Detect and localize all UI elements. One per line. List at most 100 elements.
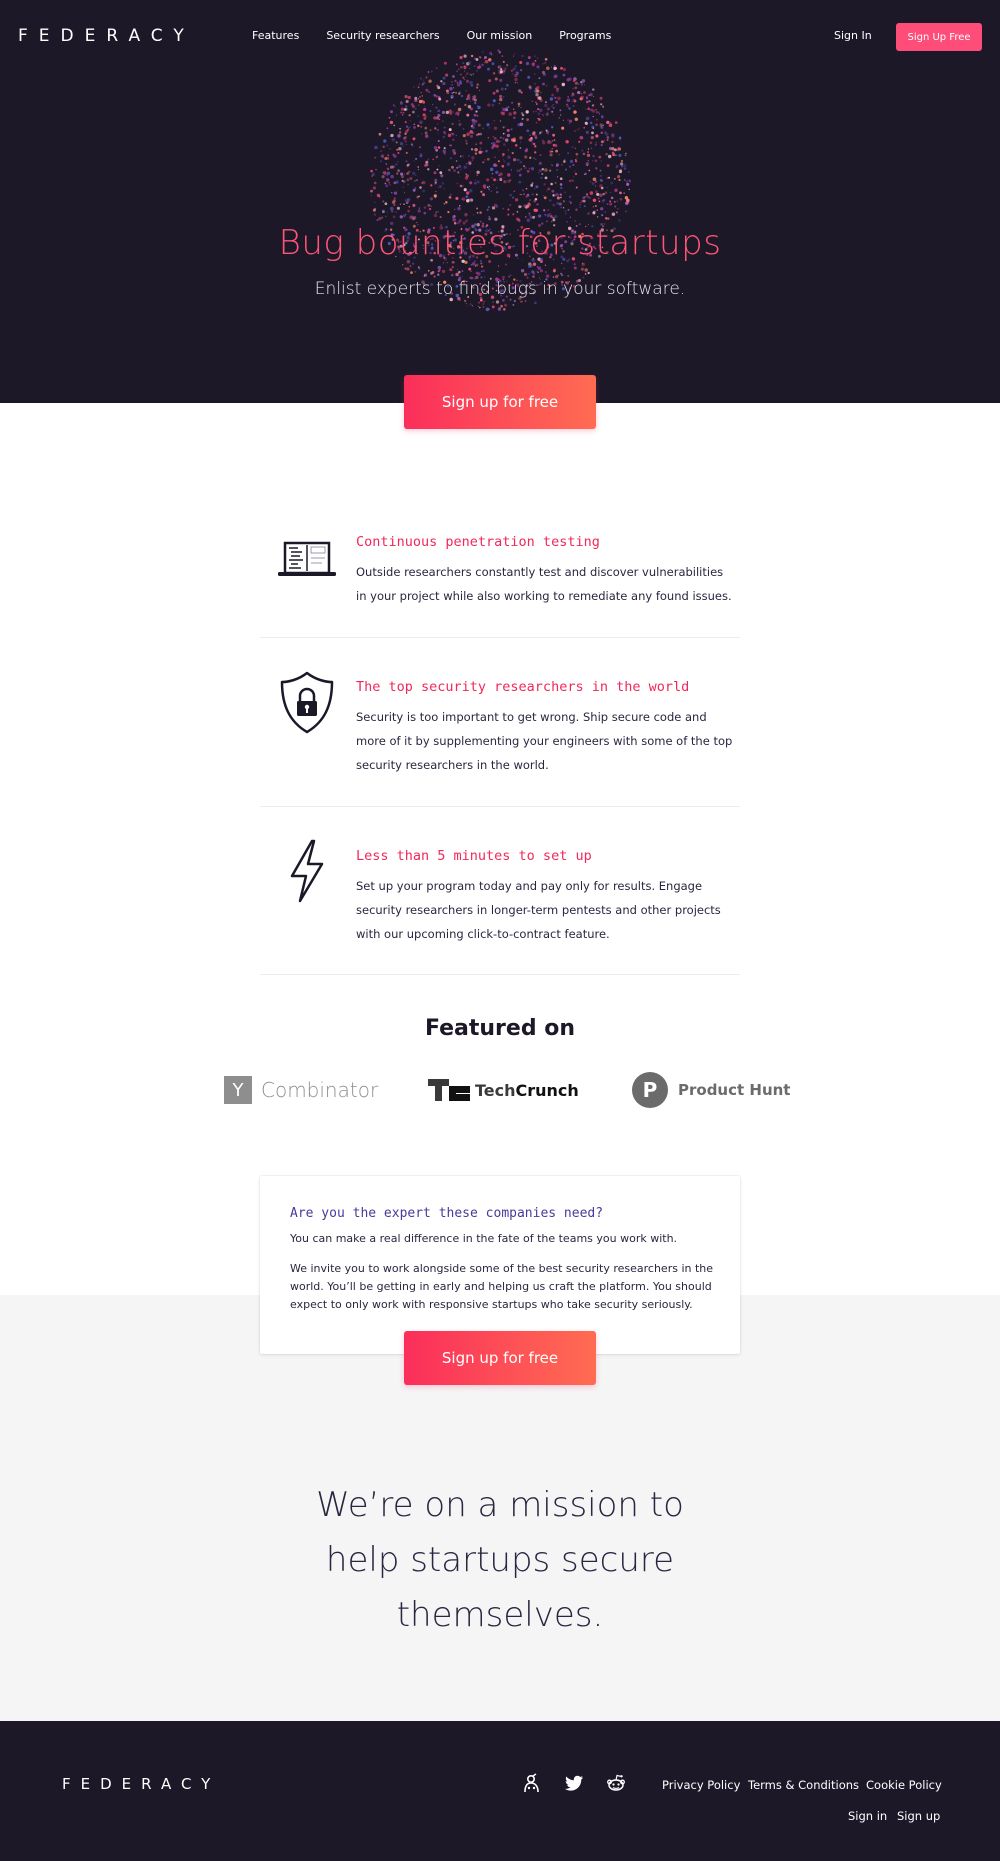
sphere-particle (592, 198, 597, 203)
sphere-particle (404, 105, 408, 108)
hero-signup-button[interactable]: Sign up for free (404, 375, 596, 429)
privacy-policy-link[interactable]: Privacy Policy (662, 1778, 740, 1792)
sphere-particle (594, 159, 598, 163)
sphere-particle (482, 302, 485, 306)
sphere-particle (585, 116, 590, 121)
sphere-particle (400, 111, 403, 114)
sphere-particle (493, 137, 497, 140)
sphere-particle (473, 101, 477, 105)
sphere-particle (392, 215, 396, 219)
sphere-particle (554, 181, 557, 184)
sphere-particle (437, 146, 441, 149)
sign-in-link[interactable]: Sign In (834, 29, 872, 42)
sphere-particle (545, 274, 550, 278)
nav-programs[interactable]: Programs (559, 29, 611, 42)
sphere-particle (592, 115, 594, 118)
sphere-particle (536, 89, 540, 93)
sphere-particle (488, 217, 491, 221)
sphere-particle (585, 193, 589, 196)
sphere-particle (580, 202, 582, 204)
sphere-particle (544, 61, 547, 64)
sphere-particle (452, 138, 455, 141)
sphere-particle (583, 205, 586, 208)
nav-features[interactable]: Features (252, 29, 299, 42)
sphere-particle (487, 103, 491, 107)
laptop-icon (278, 541, 336, 576)
sphere-particle (499, 70, 504, 74)
terms-conditions-link[interactable]: Terms & Conditions (748, 1778, 859, 1792)
sphere-particle (381, 175, 385, 179)
sphere-particle (466, 72, 469, 75)
sphere-particle (452, 219, 456, 222)
sphere-particle (519, 60, 523, 65)
techcrunch-logo[interactable]: TechCrunch (428, 1070, 579, 1110)
sphere-particle (531, 62, 536, 66)
sphere-particle (541, 70, 546, 74)
sphere-particle (397, 134, 401, 138)
sphere-particle (397, 169, 400, 172)
sphere-particle (534, 188, 536, 190)
twitter-icon[interactable] (564, 1773, 584, 1793)
sphere-particle (443, 131, 446, 134)
sphere-particle (519, 193, 521, 195)
nav-our-mission[interactable]: Our mission (467, 29, 533, 42)
sphere-particle (372, 186, 377, 190)
sphere-particle (486, 157, 490, 161)
sphere-particle (465, 163, 468, 165)
sphere-particle (598, 193, 603, 198)
sphere-particle (510, 69, 514, 72)
sphere-particle (495, 190, 499, 194)
sphere-particle (466, 304, 468, 307)
sphere-particle (404, 132, 407, 135)
sphere-particle (403, 215, 406, 218)
sphere-particle (558, 117, 561, 119)
sphere-particle (382, 145, 385, 149)
sphere-particle (495, 144, 499, 148)
sphere-particle (478, 301, 480, 304)
sphere-particle (428, 90, 431, 94)
producthunt-logo[interactable]: P Product Hunt (632, 1070, 790, 1110)
sphere-particle (449, 157, 453, 160)
sphere-particle (567, 152, 570, 155)
sphere-particle (449, 193, 452, 196)
sphere-particle (469, 96, 471, 98)
sphere-particle (479, 132, 483, 136)
sphere-particle (437, 273, 440, 276)
sphere-particle (460, 156, 462, 158)
sphere-particle (507, 173, 511, 177)
sphere-particle (384, 202, 388, 206)
sphere-particle (591, 182, 595, 185)
footer-sign-in-link[interactable]: Sign in (848, 1809, 887, 1823)
ycombinator-logo[interactable]: Y Combinator (224, 1070, 378, 1110)
sphere-particle (421, 133, 423, 135)
sphere-particle (468, 189, 473, 193)
keybase-icon[interactable] (522, 1773, 542, 1793)
sphere-particle (482, 127, 484, 129)
sphere-particle (512, 303, 515, 306)
sphere-particle (521, 54, 524, 58)
sphere-particle (579, 203, 581, 206)
sphere-particle (572, 98, 575, 101)
expert-signup-button[interactable]: Sign up for free (404, 1331, 596, 1385)
sphere-particle (393, 191, 398, 195)
sphere-particle (455, 134, 457, 137)
sphere-particle (437, 140, 440, 142)
sphere-particle (419, 99, 421, 101)
reddit-icon[interactable] (606, 1773, 626, 1793)
sphere-particle (436, 116, 440, 120)
sphere-particle (595, 205, 597, 207)
nav-security-researchers[interactable]: Security researchers (326, 29, 439, 42)
sphere-particle (433, 146, 438, 150)
footer-logo[interactable]: FEDERACY (62, 1775, 220, 1793)
sphere-particle (395, 141, 398, 144)
sphere-particle (480, 190, 483, 193)
logo[interactable]: FEDERACY (18, 26, 195, 46)
sign-up-free-button[interactable]: Sign Up Free (896, 23, 982, 51)
sphere-particle (602, 124, 604, 126)
sphere-particle (457, 206, 461, 211)
sphere-particle (590, 147, 593, 149)
sphere-particle (412, 203, 416, 207)
cookie-policy-link[interactable]: Cookie Policy (866, 1778, 942, 1792)
footer-sign-up-link[interactable]: Sign up (897, 1809, 940, 1823)
sphere-particle (615, 164, 619, 168)
